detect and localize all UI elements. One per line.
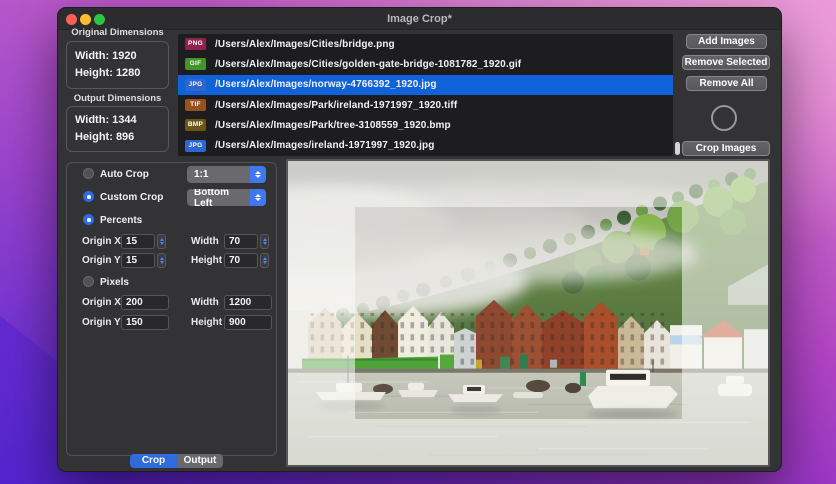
file-type-badge: TIF	[185, 99, 206, 112]
pixels-radio[interactable]	[83, 276, 94, 287]
file-type-badge: BMP	[185, 119, 206, 132]
remove-all-button[interactable]: Remove All	[686, 76, 767, 91]
output-dimensions-label: Output Dimensions	[73, 93, 162, 104]
percent-height-field[interactable]	[224, 253, 258, 268]
original-height-value: Height: 1280	[75, 67, 141, 79]
percent-origin-y-label: Origin Y	[82, 255, 121, 266]
pixel-origin-y-label: Origin Y	[82, 317, 121, 328]
file-type-badge: JPG	[185, 78, 206, 91]
pixel-origin-y-field[interactable]	[121, 315, 169, 330]
pixel-origin-x-field[interactable]	[121, 295, 169, 310]
pixel-width-field[interactable]	[224, 295, 272, 310]
original-dimensions-box	[66, 41, 169, 89]
percent-height-stepper[interactable]	[260, 253, 269, 268]
add-images-button[interactable]: Add Images	[686, 34, 767, 49]
view-tabs: Crop Output	[130, 454, 223, 468]
app-window: Image Crop* Original Dimensions Width: 1…	[57, 7, 782, 472]
file-path: /Users/Alex/Images/Park/ireland-1971997_…	[215, 99, 458, 111]
auto-crop-label: Auto Crop	[100, 169, 149, 180]
file-row[interactable]: BMP /Users/Alex/Images/Park/tree-3108559…	[178, 115, 673, 135]
pixel-height-label: Height	[191, 317, 223, 328]
aspect-ratio-value: 1:1	[194, 169, 209, 180]
pixel-origin-x-label: Origin X	[82, 297, 121, 308]
file-path: /Users/Alex/Images/ireland-1971997_1920.…	[215, 140, 435, 152]
percent-width-field[interactable]	[224, 234, 258, 249]
original-dimensions-label: Original Dimensions	[71, 27, 164, 38]
output-height-value: Height: 896	[75, 131, 135, 143]
file-row-selected[interactable]: JPG /Users/Alex/Images/norway-4766392_19…	[178, 74, 673, 95]
percent-origin-x-field[interactable]	[121, 234, 155, 249]
percent-origin-y-stepper[interactable]	[157, 253, 166, 268]
file-list[interactable]: PNG /Users/Alex/Images/Cities/bridge.png…	[178, 34, 673, 156]
file-type-badge: PNG	[185, 38, 206, 51]
custom-crop-label: Custom Crop	[100, 192, 164, 203]
image-preview-panel	[286, 159, 770, 467]
custom-crop-radio[interactable]	[83, 191, 94, 202]
anchor-value: Bottom Left	[194, 189, 229, 206]
chevron-up-down-icon	[250, 189, 266, 206]
crop-images-button[interactable]: Crop Images	[682, 141, 770, 156]
file-row[interactable]: PNG /Users/Alex/Images/Cities/bridge.png	[178, 34, 673, 54]
file-row[interactable]: GIF /Users/Alex/Images/Cities/golden-gat…	[178, 54, 673, 74]
progress-circle-icon	[711, 105, 737, 131]
file-path: /Users/Alex/Images/Park/tree-3108559_192…	[215, 119, 451, 131]
output-width-value: Width: 1344	[75, 114, 137, 126]
percent-height-label: Height	[191, 255, 223, 266]
pixel-height-field[interactable]	[224, 315, 272, 330]
chevron-up-down-icon	[250, 166, 266, 183]
percent-width-stepper[interactable]	[260, 234, 269, 249]
pixels-label: Pixels	[100, 277, 129, 288]
output-dimensions-box	[66, 106, 169, 152]
crop-region-overlay	[355, 207, 681, 420]
file-row[interactable]: TIF /Users/Alex/Images/Park/ireland-1971…	[178, 95, 673, 115]
percent-origin-x-stepper[interactable]	[157, 234, 166, 249]
percent-origin-x-label: Origin X	[82, 236, 121, 247]
file-path: /Users/Alex/Images/norway-4766392_1920.j…	[215, 79, 437, 91]
file-list-scrollbar-thumb[interactable]	[675, 142, 680, 155]
file-type-badge: GIF	[185, 58, 206, 71]
file-row[interactable]: JPG /Users/Alex/Images/ireland-1971997_1…	[178, 135, 673, 155]
file-path: /Users/Alex/Images/Cities/bridge.png	[215, 38, 395, 50]
remove-selected-button[interactable]: Remove Selected	[682, 55, 770, 70]
percent-origin-y-field[interactable]	[121, 253, 155, 268]
auto-crop-radio[interactable]	[83, 168, 94, 179]
anchor-dropdown[interactable]: Bottom Left	[187, 189, 266, 206]
pixel-width-label: Width	[191, 297, 219, 308]
file-path: /Users/Alex/Images/Cities/golden-gate-br…	[215, 58, 522, 70]
percent-width-label: Width	[191, 236, 219, 247]
aspect-ratio-dropdown[interactable]: 1:1	[187, 166, 266, 183]
percents-radio[interactable]	[83, 214, 94, 225]
percents-label: Percents	[100, 215, 143, 226]
original-width-value: Width: 1920	[75, 50, 137, 62]
file-type-badge: JPG	[185, 139, 206, 152]
tab-crop[interactable]: Crop	[130, 454, 177, 468]
tab-output[interactable]: Output	[177, 454, 223, 468]
